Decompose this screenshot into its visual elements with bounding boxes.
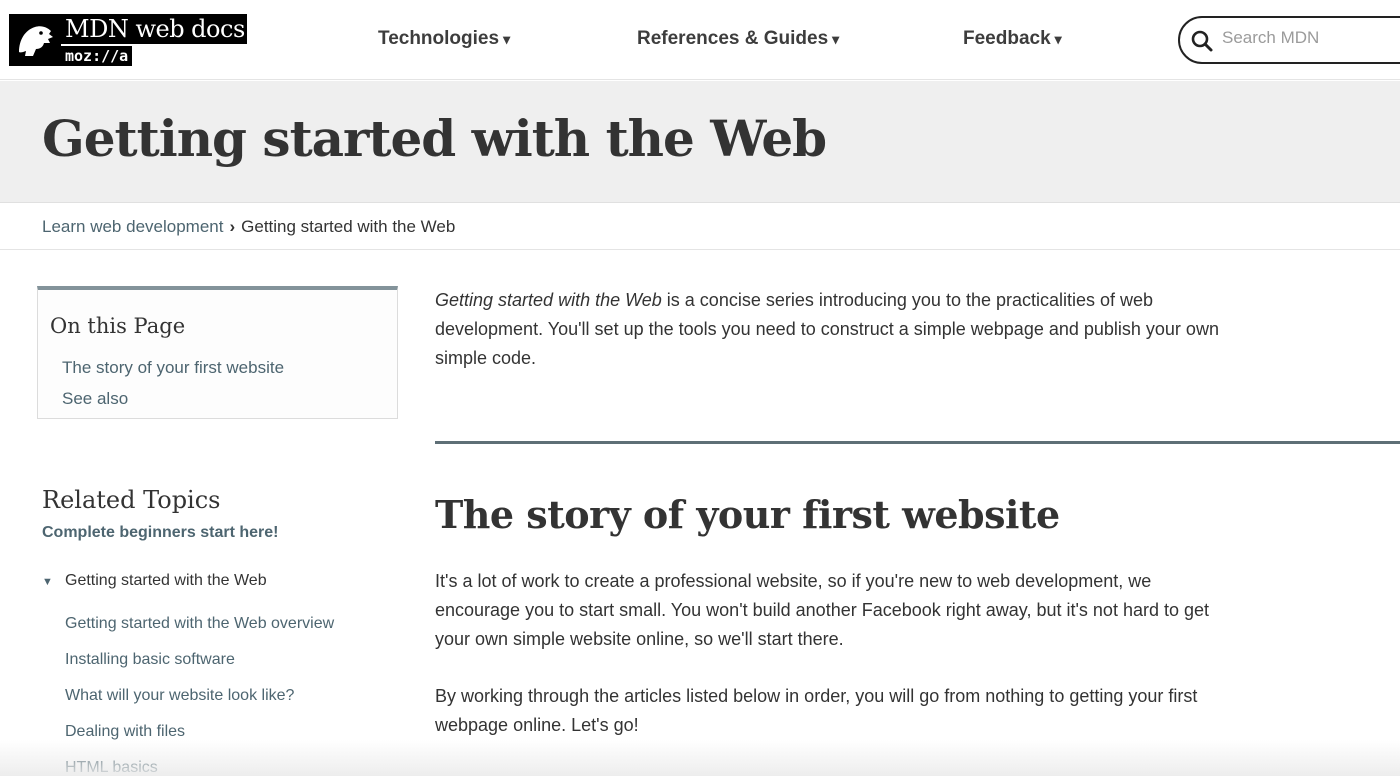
nav-label: Feedback — [963, 28, 1051, 49]
toc-title: On this Page — [50, 314, 186, 338]
nav-references-guides[interactable]: References & Guides ▾ — [637, 28, 839, 50]
nav-technologies[interactable]: Technologies ▾ — [378, 28, 510, 50]
mdn-logo[interactable]: MDN web docs moz://a — [9, 14, 247, 66]
mozilla-wordmark: moz://a — [61, 46, 133, 66]
breadcrumb: Learn web development › Getting started wi… — [42, 217, 455, 237]
page-title: Getting started with the Web — [42, 109, 827, 168]
bottom-fade — [0, 740, 1400, 776]
nav-label: Technologies — [378, 28, 500, 49]
related-link-dealing-files[interactable]: Dealing with files — [65, 723, 185, 741]
toc-link-story[interactable]: The story of your first website — [62, 358, 284, 378]
related-group-label: Getting started with the Web — [65, 572, 267, 589]
search-input[interactable] — [1222, 28, 1400, 48]
site-header: MDN web docs moz://a Technologies ▾ Refer… — [0, 0, 1400, 80]
intro-paragraph: Getting started with the Web is a concis… — [435, 286, 1225, 373]
divider — [0, 249, 1400, 250]
chevron-down-icon: ▾ — [1054, 31, 1062, 47]
search-box[interactable] — [1178, 16, 1400, 64]
related-link-overview[interactable]: Getting started with the Web overview — [65, 615, 334, 633]
breadcrumb-separator: › — [229, 217, 236, 236]
triangle-down-icon: ▼ — [42, 576, 53, 588]
dinosaur-head-icon — [9, 14, 61, 66]
chevron-down-icon: ▾ — [832, 31, 840, 47]
breadcrumb-current: Getting started with the Web — [241, 217, 456, 236]
search-icon[interactable] — [1190, 29, 1214, 53]
breadcrumb-link-learn[interactable]: Learn web development — [42, 217, 223, 236]
chevron-down-icon: ▾ — [503, 31, 511, 47]
nav-feedback[interactable]: Feedback ▾ — [963, 28, 1062, 50]
related-link-installing-software[interactable]: Installing basic software — [65, 651, 235, 669]
on-this-page-box: On this Page The story of your first web… — [37, 286, 398, 419]
related-link-html-basics[interactable]: HTML basics — [65, 759, 158, 776]
body-paragraph: It's a lot of work to create a professio… — [435, 571, 1210, 649]
nav-label: References & Guides — [637, 28, 829, 49]
intro-emphasis: Getting started with the Web — [435, 290, 662, 310]
related-group-toggle[interactable]: ▼ Getting started with the Web — [42, 572, 267, 590]
related-topics-title: Related Topics — [42, 486, 221, 514]
related-link-website-look[interactable]: What will your website look like? — [65, 687, 294, 705]
title-band: Getting started with the Web — [0, 81, 1400, 203]
section-heading: The story of your first website — [435, 492, 1060, 537]
section-divider — [435, 441, 1400, 444]
complete-beginners-link[interactable]: Complete beginners start here! — [42, 524, 279, 542]
body-paragraph: By working through the articles listed b… — [435, 686, 1198, 735]
logo-title: MDN web docs — [61, 14, 247, 44]
toc-link-see-also[interactable]: See also — [62, 389, 128, 409]
